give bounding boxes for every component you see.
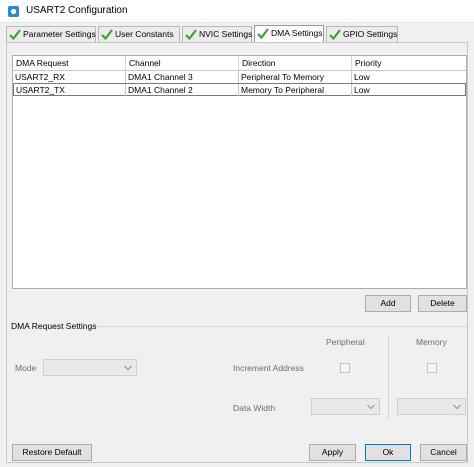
peripheral-header: Peripheral <box>326 337 365 347</box>
ok-button[interactable]: Ok <box>365 444 411 461</box>
check-icon <box>101 29 113 40</box>
tab-label: User Constants <box>115 29 174 39</box>
memory-increment-checkbox[interactable] <box>427 363 437 373</box>
cell-dma-request: USART2_RX <box>13 71 126 83</box>
table-header: DMA Request Channel Direction Priority <box>13 56 466 71</box>
tab-label: Parameter Settings <box>23 29 96 39</box>
check-icon <box>9 29 21 40</box>
data-width-label: Data Width <box>233 403 276 413</box>
column-header-direction[interactable]: Direction <box>239 56 352 71</box>
app-icon <box>8 6 19 17</box>
memory-data-width-select[interactable] <box>397 398 466 415</box>
cell-channel: DMA1 Channel 3 <box>126 71 239 83</box>
column-separator <box>388 335 389 419</box>
dma-request-table[interactable]: DMA Request Channel Direction Priority U… <box>12 55 467 289</box>
check-icon <box>185 29 197 40</box>
chevron-down-icon <box>453 404 461 410</box>
tab-dma-settings[interactable]: DMA Settings <box>254 25 324 42</box>
check-icon <box>257 28 269 39</box>
delete-button[interactable]: Delete <box>418 295 467 312</box>
chevron-down-icon <box>124 365 132 371</box>
tab-label: NVIC Settings <box>199 29 253 39</box>
cell-channel: DMA1 Channel 2 <box>126 84 239 96</box>
cancel-button[interactable]: Cancel <box>420 444 467 461</box>
check-icon <box>329 29 341 40</box>
peripheral-data-width-select[interactable] <box>311 398 380 415</box>
chevron-down-icon <box>367 404 375 410</box>
cell-dma-request: USART2_TX <box>14 84 126 96</box>
cell-priority: Low <box>354 72 370 82</box>
window-title: USART2 Configuration <box>26 5 128 16</box>
tab-gpio-settings[interactable]: GPIO Settings <box>326 26 398 42</box>
cell-direction: Peripheral To Memory <box>239 71 352 83</box>
section-label-dma-request-settings: DMA Request Settings <box>11 321 97 331</box>
memory-header: Memory <box>416 337 447 347</box>
tab-nvic-settings[interactable]: NVIC Settings <box>182 26 252 42</box>
tab-label: GPIO Settings <box>343 29 398 39</box>
mode-select[interactable] <box>43 359 137 376</box>
mode-label: Mode <box>15 363 37 373</box>
column-header-priority[interactable]: Priority <box>352 56 466 71</box>
tab-parameter-settings[interactable]: Parameter Settings <box>6 26 96 42</box>
column-header-channel[interactable]: Channel <box>126 56 239 71</box>
peripheral-increment-checkbox[interactable] <box>340 363 350 373</box>
table-row[interactable]: USART2_TX DMA1 Channel 2 Memory To Perip… <box>13 83 466 96</box>
tab-user-constants[interactable]: User Constants <box>98 26 180 42</box>
cell-direction: Memory To Peripheral <box>239 84 352 96</box>
apply-button[interactable]: Apply <box>309 444 356 461</box>
tab-label: DMA Settings <box>271 28 323 38</box>
section-separator <box>96 326 467 327</box>
title-bar: USART2 Configuration <box>0 0 474 23</box>
restore-default-button[interactable]: Restore Default <box>12 444 92 461</box>
column-header-dma-request[interactable]: DMA Request <box>13 56 126 71</box>
increment-address-label: Increment Address <box>233 363 304 373</box>
add-button[interactable]: Add <box>365 295 411 312</box>
cell-priority: Low <box>354 85 370 95</box>
